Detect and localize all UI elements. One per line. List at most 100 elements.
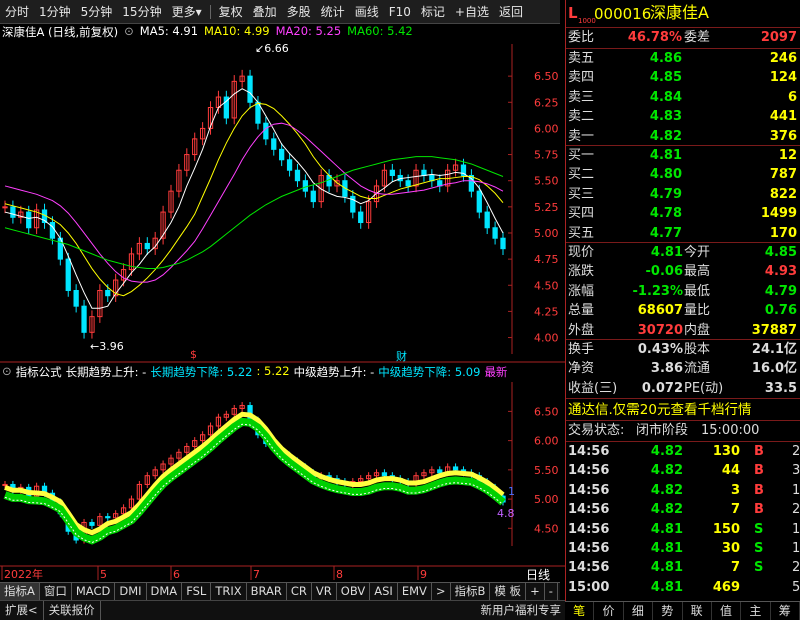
indicator-tab-6[interactable]: TRIX (211, 583, 247, 600)
toolbar-statistics[interactable]: 统计 (316, 0, 350, 24)
quote-tab-2[interactable]: 细 (624, 602, 654, 620)
tick-volume: 44 (721, 463, 740, 479)
bid-volume: 822 (769, 186, 797, 202)
toolbar-more[interactable]: 更多▾ (167, 0, 207, 24)
bid-row[interactable]: 买二 4.80 787 (566, 166, 800, 184)
toolbar-5min[interactable]: 5分钟 (76, 0, 118, 24)
quote-panel: L 1000 000016 深康佳A 委比 46.78% 委差 2097 卖五 4… (565, 0, 800, 620)
indicator-settings-icon[interactable]: ⊙ (2, 364, 12, 380)
indicator-tab-16[interactable]: + (526, 583, 545, 600)
tick-direction: B (754, 463, 764, 479)
indicator-tab-4[interactable]: DMA (147, 583, 183, 600)
quote-tab-0[interactable]: 笔 (565, 602, 595, 620)
toolbar-add-watchlist[interactable]: +自选 (450, 0, 494, 24)
tick-row: 14:56 4.82 3 B 1 (566, 482, 800, 500)
tick-price: 4.81 (650, 579, 683, 595)
ask-label: 卖五 (568, 51, 595, 66)
toolbar-mark[interactable]: 标记 (416, 0, 450, 24)
chart-title: 深康佳A (日线,前复权) (2, 25, 119, 39)
bid-label: 买四 (568, 206, 595, 222)
y-tick-label: 4.00 (534, 332, 559, 345)
toolbar-15min[interactable]: 15分钟 (117, 0, 166, 24)
ma10-line (4, 102, 504, 297)
indicator-tab-14[interactable]: 指标B (451, 583, 491, 600)
quote-tab-1[interactable]: 价 (594, 602, 624, 620)
tick-price: 4.81 (650, 521, 683, 537)
tick-price: 4.82 (650, 444, 683, 459)
candle-body (492, 227, 498, 239)
indicator-tab-1[interactable]: 窗口 (40, 583, 72, 600)
quote-tab-3[interactable]: 势 (653, 602, 683, 620)
candle-body (484, 211, 490, 229)
period-label[interactable]: 日线 (526, 566, 550, 583)
quote-tab-4[interactable]: 联 (683, 602, 712, 620)
indicator-tab-9[interactable]: VR (312, 583, 337, 600)
quote-tab-7[interactable]: 筹 (771, 602, 800, 620)
indicator-tab-0[interactable]: 指标A (0, 583, 40, 600)
ask-label: 卖三 (568, 89, 595, 105)
ma5-legend: MA5: 4.91 (139, 24, 199, 38)
ma5-line (4, 88, 504, 309)
toolbar-back[interactable]: 返回 (494, 0, 528, 24)
candle-body (49, 222, 56, 239)
y-tick-label: 6.00 (534, 122, 559, 135)
toolbar-draw-line[interactable]: 画线 (350, 0, 384, 24)
event-dollar-marker[interactable]: $ (190, 348, 197, 361)
ask-row[interactable]: 卖五 4.86 246 (566, 50, 800, 68)
new-user-promo[interactable]: 新用户福利专享 (477, 601, 566, 620)
toolbar-1min[interactable]: 1分钟 (34, 0, 76, 24)
indicator-tab-17[interactable]: - (545, 583, 558, 600)
ask-volume: 6 (787, 89, 797, 105)
tick-time: 14:56 (568, 463, 610, 479)
tick-direction: S (754, 521, 764, 537)
indicator-tab-2[interactable]: MACD (72, 583, 116, 600)
toolbar-multi-stock[interactable]: 多股 (282, 0, 316, 24)
toolbar-timeshare[interactable]: 分时 (0, 0, 34, 24)
ask-row[interactable]: 卖三 4.84 6 (566, 89, 800, 107)
level2-promo[interactable]: 通达信.仅需20元查看千档行情 (566, 401, 800, 419)
stats-row: 涨跌 -0.06 最高 4.93 (566, 263, 800, 281)
stat-value: 4.79 (764, 283, 797, 299)
expand-button[interactable]: 扩展< (0, 601, 44, 620)
toolbar-f10[interactable]: F10 (384, 0, 416, 24)
ask-label: 卖四 (568, 70, 595, 86)
tick-count: 2 (792, 502, 800, 518)
bid-row[interactable]: 买四 4.78 1499 (566, 205, 800, 223)
toolbar-overlay[interactable]: 叠加 (248, 0, 282, 24)
bid-row[interactable]: 买三 4.79 822 (566, 186, 800, 204)
stat-label: 收益(三) (568, 380, 618, 396)
stats-row: 总量 68607 量比 0.76 (566, 302, 800, 320)
candle-body (271, 138, 277, 150)
ask-row[interactable]: 卖一 4.82 376 (566, 128, 800, 146)
quote-tab-5[interactable]: 值 (712, 602, 742, 620)
bid-row[interactable]: 买五 4.77 170 (566, 225, 800, 243)
indicator-tab-10[interactable]: OBV (337, 583, 371, 600)
long-trend-value: : 5.22 (256, 364, 290, 378)
tick-time: 14:56 (568, 560, 610, 576)
indicator-tab-7[interactable]: BRAR (247, 583, 287, 600)
toolbar-restore-rights[interactable]: 复权 (214, 0, 248, 24)
stat-label: 净资 (568, 361, 595, 377)
quote-tab-6[interactable]: 主 (741, 602, 771, 620)
indicator-tab-5[interactable]: FSL (182, 583, 212, 600)
x-tick-label: 2022年 (4, 567, 43, 581)
indicator-tab-8[interactable]: CR (287, 583, 312, 600)
related-quotes-button[interactable]: 关联报价 (44, 601, 101, 620)
stat-value: -1.23% (632, 283, 684, 299)
indicator-tab-13[interactable]: > (432, 583, 451, 600)
indicator-tab-11[interactable]: ASI (370, 583, 398, 600)
indicator-tab-15[interactable]: 模 板 (490, 583, 527, 600)
kline-chart-area[interactable]: 4.00 4.25 4.50 4.75 5.00 5.25 5.50 5.75 6.00 6.25… (0, 40, 565, 582)
chart-settings-icon[interactable]: ⊙ (124, 24, 134, 40)
ask-row[interactable]: 卖二 4.83 441 (566, 108, 800, 126)
ask-volume: 441 (769, 109, 797, 125)
indicator-name[interactable]: 指标公式 (16, 364, 62, 380)
y-tick-label: 6.00 (534, 435, 559, 448)
ask-row[interactable]: 卖四 4.85 124 (566, 69, 800, 87)
stats-row: 外盘 30720 内盘 37887 (566, 322, 800, 340)
indicator-tab-12[interactable]: EMV (398, 583, 432, 600)
bid-row[interactable]: 买一 4.81 12 (566, 147, 800, 165)
indicator-tab-3[interactable]: DMI (115, 583, 147, 600)
financial-report-marker[interactable]: 财 (396, 348, 407, 364)
tick-volume: 7 (730, 560, 740, 576)
